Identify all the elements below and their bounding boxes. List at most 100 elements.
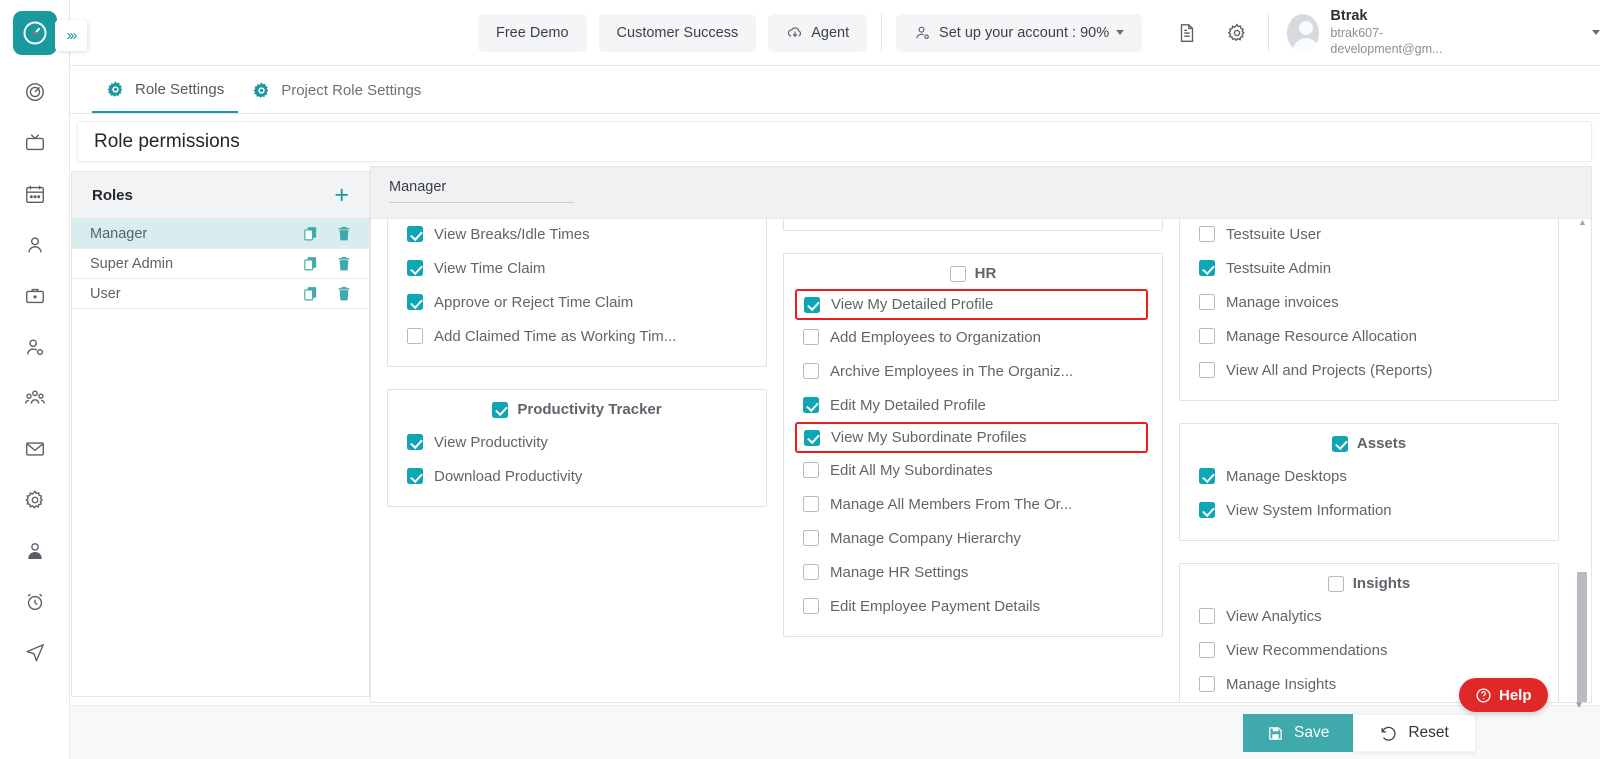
app-logo[interactable] xyxy=(12,11,57,55)
trash-icon[interactable] xyxy=(336,225,352,242)
permission-card-title[interactable]: Assets xyxy=(1180,435,1558,452)
role-name-input[interactable] xyxy=(389,177,574,203)
permission-item[interactable]: Manage HR Settings xyxy=(784,555,1162,589)
permission-checkbox[interactable] xyxy=(1199,468,1215,484)
role-row[interactable]: Super Admin xyxy=(72,249,369,279)
permission-item[interactable]: Add Employees to Organization xyxy=(784,320,1162,354)
permission-checkbox[interactable] xyxy=(1199,362,1215,378)
tab-role-settings[interactable]: Role Settings xyxy=(92,67,239,113)
permission-checkbox[interactable] xyxy=(407,434,423,450)
send-arrow-icon[interactable] xyxy=(15,633,55,673)
briefcase-icon[interactable] xyxy=(15,276,55,316)
help-button[interactable]: Help xyxy=(1459,678,1548,712)
permission-item[interactable]: View Breaks/Idle Times xyxy=(388,217,766,251)
permission-item[interactable]: View Recommendations xyxy=(1180,633,1558,667)
permission-checkbox[interactable] xyxy=(803,397,819,413)
trash-icon[interactable] xyxy=(336,255,352,272)
card-checkbox[interactable] xyxy=(1327,575,1344,592)
permission-checkbox[interactable] xyxy=(803,496,819,512)
permission-item[interactable]: Manage Resource Allocation xyxy=(1180,319,1558,353)
card-checkbox[interactable] xyxy=(1331,435,1348,452)
tv-screen-icon[interactable] xyxy=(15,123,55,163)
permission-item[interactable]: View Productivity xyxy=(388,425,766,459)
permission-checkbox[interactable] xyxy=(1199,294,1215,310)
permission-item[interactable]: Testsuite Admin xyxy=(1180,251,1558,285)
permission-item[interactable]: View Analytics xyxy=(1180,599,1558,633)
expand-sidebar-button[interactable]: ››› xyxy=(55,20,87,51)
gear-icon[interactable] xyxy=(1212,13,1262,53)
document-icon[interactable] xyxy=(1162,13,1212,53)
permission-item[interactable]: View Time Claim xyxy=(388,251,766,285)
agent-button[interactable]: Agent xyxy=(768,13,868,52)
mail-icon[interactable] xyxy=(15,429,55,469)
user-menu[interactable]: Btrak btrak607-development@gm... xyxy=(1287,8,1600,57)
permission-item[interactable]: Manage All Members From The Or... xyxy=(784,487,1162,521)
permission-checkbox[interactable] xyxy=(803,530,819,546)
permission-item[interactable]: Manage Desktops xyxy=(1180,459,1558,493)
role-row[interactable]: Manager xyxy=(72,219,369,249)
chevron-down-icon[interactable] xyxy=(1591,30,1600,35)
permission-item[interactable]: Manage invoices xyxy=(1180,285,1558,319)
permission-item[interactable]: View My Detailed Profile xyxy=(795,289,1148,320)
permission-item[interactable]: View My Subordinate Profiles xyxy=(795,422,1148,453)
save-button[interactable]: Save xyxy=(1243,714,1354,752)
permission-checkbox[interactable] xyxy=(803,462,819,478)
reset-button[interactable]: Reset xyxy=(1353,714,1476,752)
group-people-icon[interactable] xyxy=(15,378,55,418)
tab-project-role-settings[interactable]: Project Role Settings xyxy=(238,67,435,113)
permission-checkbox[interactable] xyxy=(1199,260,1215,276)
permission-item[interactable]: Edit Employee Payment Details xyxy=(784,589,1162,623)
gear-icon[interactable] xyxy=(15,480,55,520)
permission-checkbox[interactable] xyxy=(1199,226,1215,242)
permission-item[interactable]: View All and Projects (Reports) xyxy=(1180,353,1558,387)
copy-icon[interactable] xyxy=(302,285,319,302)
scrollbar-thumb[interactable] xyxy=(1577,572,1587,702)
permission-checkbox[interactable] xyxy=(1199,502,1215,518)
permission-item[interactable]: Download Productivity xyxy=(388,459,766,493)
customer-success-button[interactable]: Customer Success xyxy=(598,13,757,52)
permission-checkbox[interactable] xyxy=(407,260,423,276)
permission-checkbox[interactable] xyxy=(407,294,423,310)
page-scroll-caret[interactable]: ▼ xyxy=(1574,700,1584,711)
permission-item[interactable]: Add Claimed Time as Working Tim... xyxy=(388,319,766,353)
card-checkbox[interactable] xyxy=(492,401,509,418)
permission-checkbox[interactable] xyxy=(1199,642,1215,658)
permission-card-title[interactable]: Insights xyxy=(1180,575,1558,592)
permission-item[interactable]: Approve or Reject Time Claim xyxy=(388,285,766,319)
free-demo-button[interactable]: Free Demo xyxy=(478,13,587,52)
permission-checkbox[interactable] xyxy=(803,564,819,580)
permission-card-title[interactable]: Productivity Tracker xyxy=(388,401,766,418)
user-settings-icon[interactable] xyxy=(15,327,55,367)
permission-checkbox[interactable] xyxy=(407,468,423,484)
card-checkbox[interactable] xyxy=(949,265,966,282)
user-icon[interactable] xyxy=(15,225,55,265)
person-badge-icon[interactable] xyxy=(15,531,55,571)
permission-checkbox[interactable] xyxy=(407,328,423,344)
permission-checkbox[interactable] xyxy=(804,296,820,313)
role-row[interactable]: User xyxy=(72,279,369,309)
permission-checkbox[interactable] xyxy=(803,363,819,379)
permission-item[interactable]: Testsuite User xyxy=(1180,217,1558,251)
setup-account-dropdown[interactable]: Set up your account : 90% xyxy=(896,13,1143,52)
trash-icon[interactable] xyxy=(336,285,352,302)
copy-icon[interactable] xyxy=(302,225,319,242)
permissions-scrollbar[interactable]: ▲ ▼ xyxy=(1575,217,1589,702)
permission-item[interactable]: Archive Employees in The Organiz... xyxy=(784,354,1162,388)
permission-checkbox[interactable] xyxy=(1199,676,1215,692)
permission-checkbox[interactable] xyxy=(1199,328,1215,344)
add-role-button[interactable]: + xyxy=(334,183,349,208)
permission-checkbox[interactable] xyxy=(803,329,819,345)
scroll-up-arrow[interactable]: ▲ xyxy=(1578,217,1587,227)
permission-card-title[interactable]: HR xyxy=(784,265,1162,282)
permission-item[interactable]: View System Information xyxy=(1180,493,1558,527)
permission-checkbox[interactable] xyxy=(1199,608,1215,624)
target-icon[interactable] xyxy=(15,72,55,112)
permission-checkbox[interactable] xyxy=(804,429,820,446)
permission-item[interactable]: Edit All My Subordinates xyxy=(784,453,1162,487)
alarm-clock-icon[interactable] xyxy=(15,582,55,622)
permission-checkbox[interactable] xyxy=(803,598,819,614)
permission-item[interactable]: Edit My Detailed Profile xyxy=(784,388,1162,422)
calendar-icon[interactable] xyxy=(15,174,55,214)
permission-item[interactable]: Manage Company Hierarchy xyxy=(784,521,1162,555)
permission-checkbox[interactable] xyxy=(407,226,423,242)
